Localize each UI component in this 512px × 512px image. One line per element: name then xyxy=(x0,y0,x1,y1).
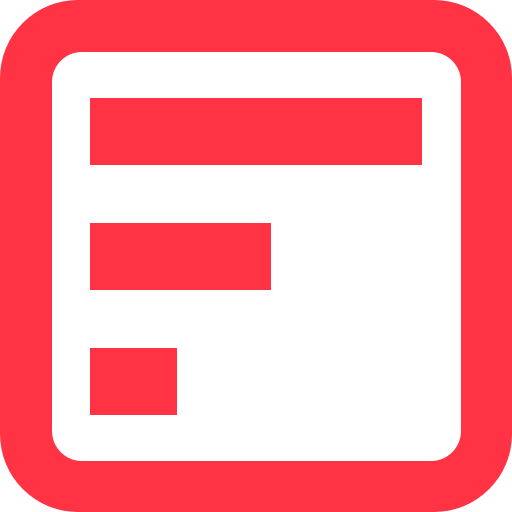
bar-2 xyxy=(90,223,271,290)
bar-1 xyxy=(90,98,422,165)
app-icon[interactable] xyxy=(0,0,512,512)
bar-3 xyxy=(90,348,177,415)
bar-list-icon xyxy=(0,0,512,512)
